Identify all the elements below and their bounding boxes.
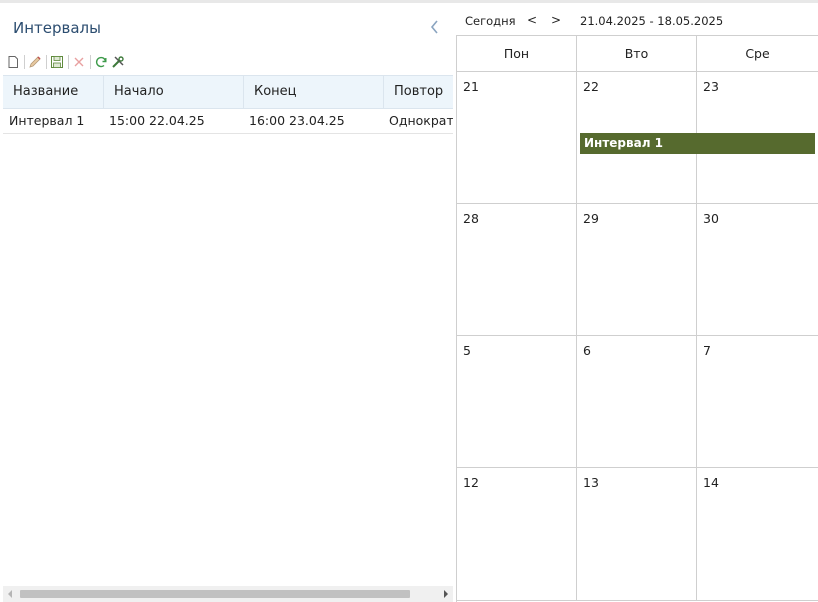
day-number: 14 (703, 475, 719, 490)
horizontal-scrollbar[interactable] (3, 586, 453, 602)
grid-toolbar (5, 53, 127, 71)
prev-button[interactable]: < (527, 13, 537, 27)
day-number: 28 (463, 211, 479, 226)
calendar-panel: Сегодня < > 21.04.2025 - 18.05.2025 Пон … (456, 3, 818, 602)
day-header-tue: Вто (577, 36, 697, 72)
toolbar-separator (24, 55, 25, 69)
intervals-panel: Интервалы Название Начало Конец Повтор И… (0, 3, 456, 602)
day-cell[interactable]: 14 (697, 468, 818, 601)
toolbar-separator (68, 55, 69, 69)
calendar-event[interactable]: Интервал 1 (580, 133, 815, 154)
scroll-right-icon[interactable] (439, 586, 453, 602)
new-document-icon[interactable] (5, 54, 21, 70)
day-number: 13 (583, 475, 599, 490)
next-button[interactable]: > (551, 13, 561, 27)
day-header-wed: Сре (697, 36, 818, 72)
day-number: 29 (583, 211, 599, 226)
table-row[interactable]: Интервал 1 15:00 22.04.25 16:00 23.04.25… (3, 109, 453, 134)
cell-start: 15:00 22.04.25 (109, 113, 205, 128)
delete-icon[interactable] (71, 54, 87, 70)
day-cell[interactable]: 28 (457, 204, 577, 336)
toolbar-separator (46, 55, 47, 69)
scroll-left-icon[interactable] (3, 586, 17, 602)
scrollbar-thumb[interactable] (20, 590, 410, 598)
day-cell[interactable]: 7 (697, 336, 818, 468)
month-grid: Пон Вто Сре 21 22 23 28 29 30 5 6 7 12 1… (456, 35, 818, 602)
panel-title: Интервалы (13, 19, 101, 37)
cell-name: Интервал 1 (9, 113, 85, 128)
day-number: 22 (583, 79, 599, 94)
cell-repeat: Однократно (389, 113, 453, 128)
day-number: 7 (703, 343, 711, 358)
day-number: 5 (463, 343, 471, 358)
column-header-start[interactable]: Начало (103, 76, 243, 108)
settings-tools-icon[interactable] (110, 54, 126, 70)
day-number: 21 (463, 79, 479, 94)
day-cell[interactable]: 21 (457, 72, 577, 204)
column-header-end[interactable]: Конец (243, 76, 383, 108)
day-cell[interactable]: 13 (577, 468, 697, 601)
day-cell[interactable]: 29 (577, 204, 697, 336)
day-number: 23 (703, 79, 719, 94)
save-icon[interactable] (49, 54, 65, 70)
intervals-table: Название Начало Конец Повтор Интервал 1 … (3, 75, 453, 583)
edit-pencil-icon[interactable] (27, 54, 43, 70)
cell-end: 16:00 23.04.25 (249, 113, 345, 128)
refresh-icon[interactable] (93, 54, 109, 70)
table-header: Название Начало Конец Повтор (3, 75, 453, 109)
day-number: 30 (703, 211, 719, 226)
date-range: 21.04.2025 - 18.05.2025 (580, 14, 724, 28)
day-cell[interactable]: 30 (697, 204, 818, 336)
calendar-toolbar: Сегодня < > 21.04.2025 - 18.05.2025 (456, 3, 818, 36)
day-number: 12 (463, 475, 479, 490)
day-cell[interactable]: 12 (457, 468, 577, 601)
today-button[interactable]: Сегодня (465, 14, 516, 28)
day-header-mon: Пон (457, 36, 577, 72)
day-cell[interactable]: 5 (457, 336, 577, 468)
day-number: 6 (583, 343, 591, 358)
day-cell[interactable]: 6 (577, 336, 697, 468)
column-header-repeat[interactable]: Повтор (383, 76, 453, 108)
column-header-name[interactable]: Название (3, 76, 103, 108)
toolbar-separator (90, 55, 91, 69)
chevron-left-icon[interactable] (427, 17, 443, 37)
